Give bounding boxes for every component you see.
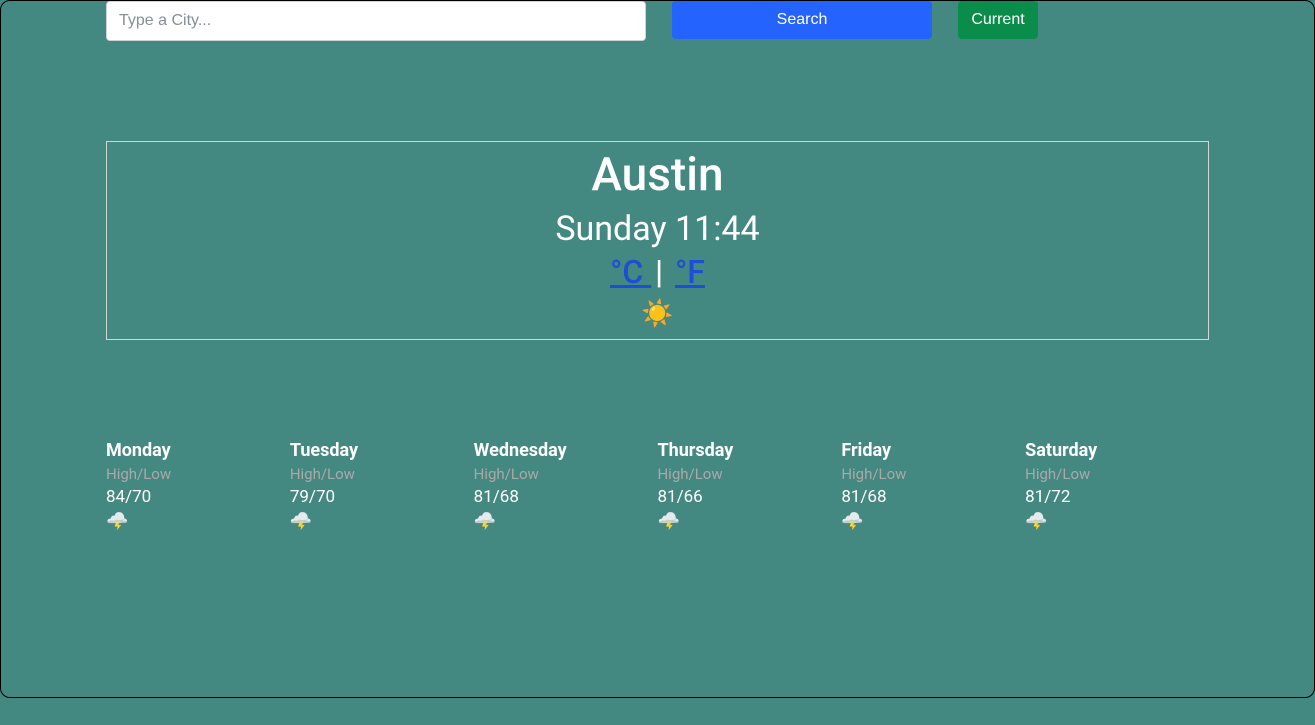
current-weather-icon: ☀️ — [107, 299, 1208, 329]
search-row: Search Current — [106, 1, 1209, 41]
forecast-highlow-label: High/Low — [1025, 465, 1209, 483]
search-button[interactable]: Search — [672, 1, 932, 39]
forecast-temps: 84/70 — [106, 487, 290, 507]
forecast-day-label: Thursday — [657, 440, 841, 461]
forecast-weather-icon: 🌩️ — [1025, 511, 1209, 532]
forecast-day-label: Wednesday — [474, 440, 658, 461]
forecast-day-saturday: Saturday High/Low 81/72 🌩️ — [1025, 440, 1209, 532]
unit-separator: | — [655, 253, 671, 291]
city-search-input[interactable] — [106, 1, 646, 41]
city-name: Austin — [107, 148, 1208, 203]
forecast-day-friday: Friday High/Low 81/68 🌩️ — [841, 440, 1025, 532]
forecast-weather-icon: 🌩️ — [474, 511, 658, 532]
forecast-temps: 81/68 — [841, 487, 1025, 507]
current-day-time: Sunday 11:44 — [107, 209, 1208, 249]
forecast-temps: 79/70 — [290, 487, 474, 507]
forecast-day-label: Tuesday — [290, 440, 474, 461]
forecast-weather-icon: 🌩️ — [657, 511, 841, 532]
forecast-row: Monday High/Low 84/70 🌩️ Tuesday High/Lo… — [106, 440, 1209, 532]
current-location-button[interactable]: Current — [958, 1, 1038, 39]
forecast-day-tuesday: Tuesday High/Low 79/70 🌩️ — [290, 440, 474, 532]
forecast-day-label: Saturday — [1025, 440, 1209, 461]
unit-fahrenheit-link[interactable]: °F — [675, 253, 705, 291]
forecast-day-monday: Monday High/Low 84/70 🌩️ — [106, 440, 290, 532]
current-weather-panel: Austin Sunday 11:44 °C | °F ☀️ — [106, 141, 1209, 340]
forecast-day-label: Monday — [106, 440, 290, 461]
forecast-temps: 81/68 — [474, 487, 658, 507]
forecast-highlow-label: High/Low — [841, 465, 1025, 483]
unit-celsius-link[interactable]: °C — [610, 253, 651, 291]
unit-toggle-row: °C | °F — [107, 253, 1208, 291]
forecast-highlow-label: High/Low — [290, 465, 474, 483]
forecast-weather-icon: 🌩️ — [841, 511, 1025, 532]
forecast-day-wednesday: Wednesday High/Low 81/68 🌩️ — [474, 440, 658, 532]
weather-app: Search Current Austin Sunday 11:44 °C | … — [0, 0, 1315, 698]
forecast-temps: 81/66 — [657, 487, 841, 507]
forecast-temps: 81/72 — [1025, 487, 1209, 507]
forecast-highlow-label: High/Low — [106, 465, 290, 483]
forecast-day-thursday: Thursday High/Low 81/66 🌩️ — [657, 440, 841, 532]
forecast-weather-icon: 🌩️ — [290, 511, 474, 532]
forecast-highlow-label: High/Low — [657, 465, 841, 483]
forecast-highlow-label: High/Low — [474, 465, 658, 483]
forecast-day-label: Friday — [841, 440, 1025, 461]
forecast-weather-icon: 🌩️ — [106, 511, 290, 532]
